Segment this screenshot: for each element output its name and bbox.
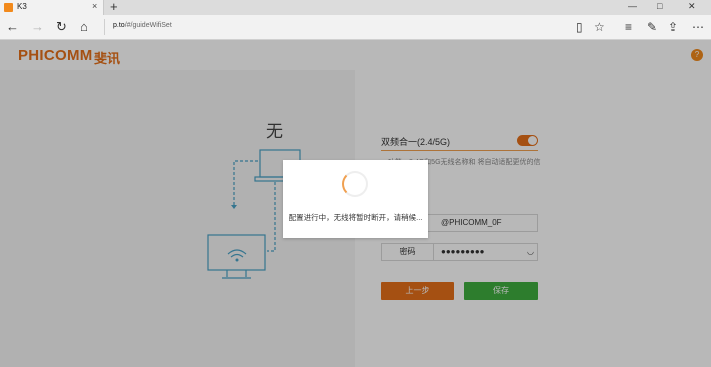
refresh-icon[interactable]: ↻ (56, 19, 67, 35)
browser-nav-bar: ← → ↻ ⌂ p.to/#/guideWifiSet ▯ ☆ ≡ ✎ ⇪ ⋯ (0, 15, 711, 40)
hub-icon[interactable]: ≡ (625, 19, 632, 35)
address-text[interactable]: p.to/#/guideWifiSet (113, 22, 172, 29)
minimize-button[interactable]: — (628, 1, 637, 11)
loading-spinner-icon (342, 171, 368, 197)
tab-title: K3 (17, 2, 27, 11)
share-icon[interactable]: ⇪ (668, 19, 678, 35)
browser-tab[interactable]: K3 × (0, 0, 104, 15)
home-icon[interactable]: ⌂ (80, 19, 88, 35)
web-note-icon[interactable]: ✎ (647, 19, 657, 35)
dialog-message: 配置进行中，无线将暂时断开，请稍候... (288, 213, 423, 222)
config-progress-dialog: 配置进行中，无线将暂时断开，请稍候... (283, 160, 428, 238)
reading-view-icon[interactable]: ▯ (576, 19, 583, 35)
tab-close-icon[interactable]: × (92, 1, 97, 11)
address-bar[interactable]: p.to/#/guideWifiSet (104, 19, 564, 35)
more-icon[interactable]: ⋯ (692, 19, 704, 35)
favicon-icon (4, 3, 13, 12)
new-tab-button[interactable]: + (110, 0, 118, 14)
forward-icon[interactable]: → (31, 19, 44, 35)
favorite-star-icon[interactable]: ☆ (594, 19, 605, 35)
maximize-button[interactable]: □ (657, 1, 662, 11)
address-path: /#/guideWifiSet (124, 22, 172, 29)
browser-tab-bar: K3 × + — □ ✕ (0, 0, 711, 15)
close-window-button[interactable]: ✕ (688, 1, 696, 12)
back-icon[interactable]: ← (6, 19, 19, 35)
address-host: p.to (113, 22, 125, 29)
